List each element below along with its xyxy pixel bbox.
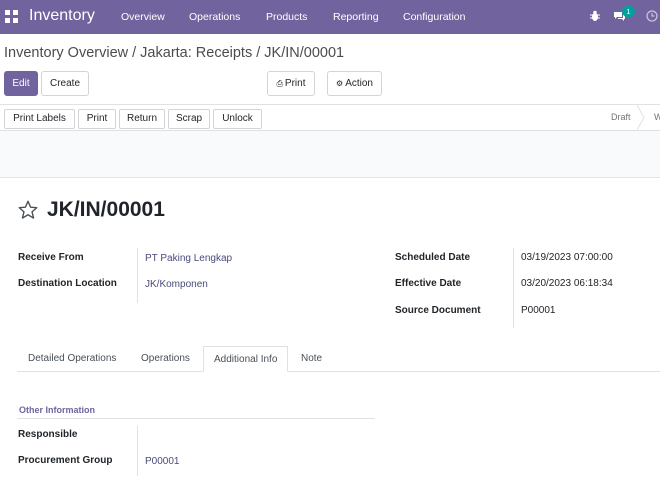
- return-button[interactable]: Return: [119, 109, 165, 129]
- scheduled-date-value: 03/19/2023 07:00:00: [521, 252, 613, 263]
- tab-additional-info[interactable]: Additional Info: [203, 346, 289, 372]
- bug-icon[interactable]: [589, 10, 601, 22]
- tab-operations[interactable]: Operations: [131, 346, 200, 372]
- printer-icon: ⎙: [276, 79, 283, 88]
- statusbar: Print Labels Print Return Scrap Unlock D…: [0, 104, 660, 131]
- procurement-group-value[interactable]: P00001: [145, 456, 179, 467]
- group-title-other-information: Other Information: [19, 405, 95, 415]
- unlock-button[interactable]: Unlock: [213, 109, 262, 129]
- menu-products[interactable]: Products: [266, 11, 307, 23]
- effective-date-value: 03/20/2023 06:18:34: [521, 278, 613, 289]
- action-dropdown-button[interactable]: ⚙ Action: [327, 71, 382, 96]
- procurement-group-label: Procurement Group: [18, 455, 113, 466]
- menu-operations[interactable]: Operations: [189, 11, 240, 23]
- breadcrumb[interactable]: Inventory Overview / Jakarta: Receipts /…: [4, 45, 344, 61]
- stage-draft[interactable]: Draft: [611, 112, 631, 122]
- action-dropdown-label: Action: [345, 78, 373, 89]
- print-dropdown-button[interactable]: ⎙ Print: [267, 71, 315, 96]
- edit-button[interactable]: Edit: [4, 71, 38, 96]
- top-navbar: Inventory Overview Operations Products R…: [0, 0, 660, 34]
- menu-overview[interactable]: Overview: [121, 11, 165, 23]
- print-dropdown-label: Print: [284, 78, 306, 89]
- record-title: JK/IN/00001: [47, 198, 165, 221]
- tab-detailed-operations[interactable]: Detailed Operations: [18, 346, 126, 372]
- menu-configuration[interactable]: Configuration: [403, 11, 465, 23]
- star-icon[interactable]: [17, 199, 39, 221]
- app-name[interactable]: Inventory: [29, 7, 95, 25]
- notebook-tabs: Detailed Operations Operations Additiona…: [17, 346, 660, 372]
- field-divider: [137, 426, 138, 476]
- apps-menu-icon[interactable]: [5, 10, 18, 23]
- scrap-button[interactable]: Scrap: [168, 109, 210, 129]
- print-button[interactable]: Print: [78, 109, 116, 129]
- chat-badge: 1: [622, 6, 635, 17]
- receive-from-label: Receive From: [18, 252, 84, 263]
- scheduled-date-label: Scheduled Date: [395, 252, 471, 263]
- menu-reporting[interactable]: Reporting: [333, 11, 379, 23]
- sheet-background-band: [0, 131, 660, 178]
- source-document-label: Source Document: [395, 305, 481, 316]
- create-button[interactable]: Create: [41, 71, 89, 96]
- source-document-value: P00001: [521, 305, 556, 316]
- field-divider: [513, 248, 514, 328]
- stage-separator-icon: [637, 105, 645, 130]
- field-divider: [137, 248, 138, 303]
- gear-icon: ⚙: [336, 79, 344, 88]
- tab-note[interactable]: Note: [291, 346, 332, 372]
- stage-waiting[interactable]: W: [654, 112, 660, 122]
- clock-icon[interactable]: [646, 10, 658, 22]
- responsible-label: Responsible: [18, 429, 78, 440]
- destination-location-label: Destination Location: [18, 278, 117, 289]
- effective-date-label: Effective Date: [395, 278, 462, 289]
- group-divider: [17, 418, 375, 419]
- destination-location-value[interactable]: JK/Komponen: [145, 279, 208, 290]
- receive-from-value[interactable]: PT Paking Lengkap: [145, 253, 232, 264]
- print-labels-button[interactable]: Print Labels: [4, 109, 75, 129]
